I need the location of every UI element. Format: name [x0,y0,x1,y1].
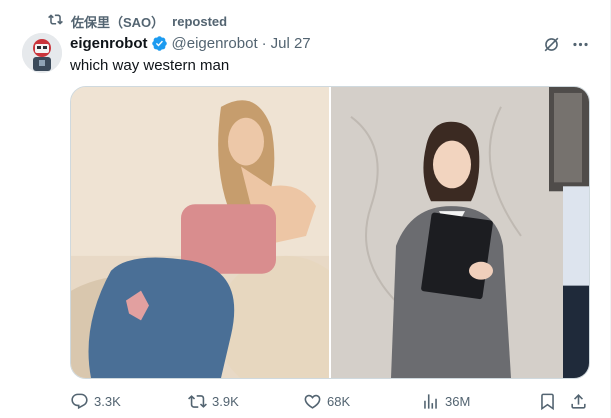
repost-user[interactable]: 佐保里（SAO） [71,12,164,31]
media-grid [70,86,590,379]
tweet-date[interactable]: Jul 27 [271,35,311,52]
left-photo[interactable] [71,87,329,378]
views-button[interactable]: 36M [421,390,470,412]
retweet-icon [188,394,207,408]
tweet-card[interactable]: 佐保里（SAO） reposted eigenrobot @eigenrobot… [0,0,611,418]
verified-badge-icon [151,35,168,52]
author-handle[interactable]: @eigenrobot [172,35,258,52]
bookmark-icon [541,393,554,410]
bookmark-button[interactable] [538,390,557,412]
repost-context: 佐保里（SAO） reposted [48,12,227,30]
analytics-icon [424,393,437,409]
reply-button[interactable]: 3.3K [70,390,121,412]
repost-label: reposted [172,13,228,29]
share-icon [571,393,586,409]
grok-icon[interactable] [540,33,562,55]
retweet-count: 3.9K [212,393,239,409]
tweet-text: which way western man [70,57,230,74]
reply-icon [71,393,88,409]
retweet-button[interactable]: 3.9K [188,390,239,412]
author-name[interactable]: eigenrobot [70,35,148,52]
repost-icon [48,12,63,30]
like-button[interactable]: 68K [303,390,350,412]
action-bar: 3.3K 3.9K 68K 36M [70,390,590,412]
like-count: 68K [327,393,351,409]
right-photo[interactable] [331,87,589,378]
avatar[interactable] [22,33,62,73]
heart-icon [304,394,321,409]
views-count: 36M [445,393,471,409]
more-options-icon[interactable] [569,33,591,55]
separator-dot: · [261,34,267,52]
share-button[interactable] [569,390,588,412]
tweet-header: eigenrobot @eigenrobot · Jul 27 [70,33,311,53]
reply-count: 3.3K [94,393,121,409]
